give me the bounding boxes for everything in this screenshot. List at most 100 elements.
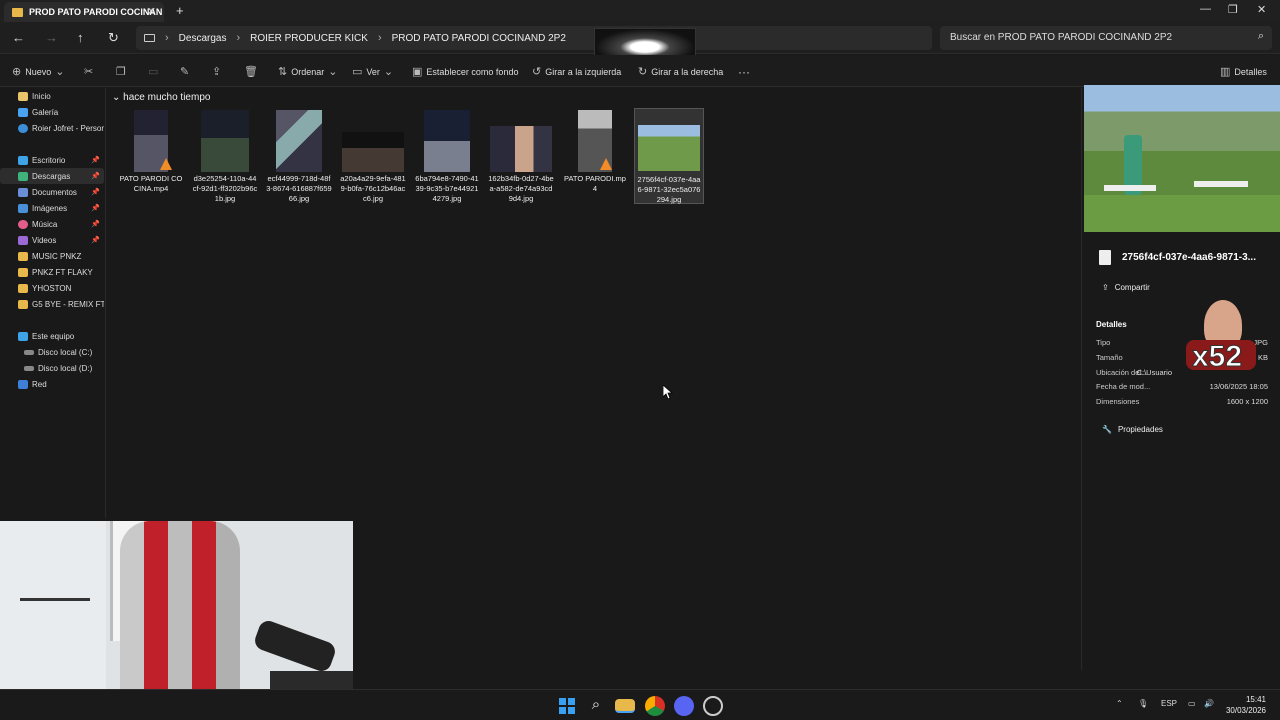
- sidebar-item-this-pc[interactable]: Este equipo: [0, 328, 104, 344]
- sidebar-item-downloads[interactable]: Descargas 📌: [0, 168, 104, 184]
- rotate-left-icon: ↺: [532, 66, 542, 78]
- sidebar-item-documents[interactable]: Documentos 📌: [0, 184, 104, 200]
- file-item[interactable]: ecf44999-718d-48f3-8674-616887f65966.jpg: [264, 110, 334, 206]
- delete-button[interactable]: 🗑: [244, 65, 258, 78]
- new-label: Nuevo: [25, 66, 52, 77]
- close-tab-icon[interactable]: ✕: [147, 5, 156, 18]
- tab-active[interactable]: PROD PATO PARODI COCINAN ✕: [4, 2, 164, 22]
- restore-button[interactable]: ❐: [1228, 3, 1238, 16]
- rotate-right-button[interactable]: ↻ Girar a la derecha: [638, 65, 723, 78]
- paste-button[interactable]: ▭: [148, 65, 158, 78]
- sort-label: Ordenar: [291, 66, 325, 77]
- sidebar-item-desktop[interactable]: Escritorio 📌: [0, 152, 104, 168]
- sidebar-item-onedrive[interactable]: Roier Jofret - Persona: [0, 120, 104, 136]
- sidebar-item-folder[interactable]: G5 BYE - REMIX FT K: [0, 296, 104, 312]
- vlc-icon: [600, 158, 612, 170]
- details-button[interactable]: ▥ Detalles: [1220, 65, 1267, 78]
- chrome-icon[interactable]: [645, 696, 665, 716]
- image-thumbnail: [424, 110, 470, 172]
- view-button[interactable]: ▭ Ver ⌄: [352, 65, 393, 78]
- sidebar-item-label: Red: [32, 379, 47, 389]
- group-header[interactable]: ⌄ hace mucho tiempo: [112, 92, 210, 103]
- drive-icon: [24, 365, 34, 371]
- image-thumbnail: [638, 125, 700, 171]
- cut-button[interactable]: ✂: [84, 65, 93, 78]
- share-button[interactable]: ⇪: [212, 65, 221, 78]
- group-label: hace mucho tiempo: [123, 92, 211, 103]
- file-item-selected[interactable]: 2756f4cf-037e-4aa6-9871-32ec5a076294.jpg: [634, 108, 704, 204]
- share-label: Compartir: [1114, 282, 1150, 292]
- file-explorer-icon[interactable]: [615, 699, 635, 713]
- music-icon: [18, 219, 28, 229]
- back-button[interactable]: ←: [12, 30, 25, 45]
- sidebar-item-drive-d[interactable]: Disco local (D:): [0, 360, 104, 376]
- detail-label: Dimensiones: [1096, 397, 1140, 406]
- properties-button[interactable]: 🔧 Propiedades: [1096, 420, 1169, 438]
- discord-icon[interactable]: [674, 696, 694, 716]
- address-bar[interactable]: › Descargas › ROIER PRODUCER KICK › PROD…: [136, 26, 932, 50]
- monitor-icon: [144, 34, 155, 42]
- sidebar-item-home[interactable]: Inicio: [0, 88, 104, 104]
- clock-time: 15:41: [1245, 695, 1266, 704]
- copy-button[interactable]: ❐: [116, 65, 126, 78]
- sidebar-item-drive-c[interactable]: Disco local (C:): [0, 344, 104, 360]
- rename-button[interactable]: ✎: [180, 65, 189, 78]
- new-tab-button[interactable]: +: [176, 3, 184, 18]
- rotate-right-label: Girar a la derecha: [651, 66, 724, 77]
- network-icon[interactable]: ▭: [1188, 699, 1196, 708]
- chevron-down-icon: ⌄: [112, 92, 124, 103]
- taskbar: ⌕ ⌃ 🎙 ESP ▭ 🔊 15:41 30/03/2026: [0, 689, 1280, 720]
- set-background-button[interactable]: ▣ Establecer como fondo: [412, 65, 518, 78]
- sidebar-item-folder[interactable]: PNKZ FT FLAKY: [0, 264, 104, 280]
- more-button[interactable]: ···: [738, 65, 750, 79]
- new-button[interactable]: ⊕ Nuevo ⌄: [12, 65, 64, 78]
- image-thumbnail: [276, 110, 322, 172]
- preview-table: [1104, 185, 1156, 191]
- image-thumbnail: [342, 132, 404, 172]
- file-item[interactable]: 6ba794e8-7490-4139-9c35-b7e449214279.jpg: [412, 110, 482, 206]
- view-icon: ▭: [352, 66, 363, 78]
- forward-button[interactable]: →: [45, 30, 58, 45]
- file-item[interactable]: a20a4a29-9efa-4819-b0fa-76c12b46acc6.jpg: [338, 110, 408, 206]
- sort-button[interactable]: ⇅ Ordenar ⌄: [278, 65, 337, 78]
- detail-value: C:\Usuario: [1136, 368, 1172, 377]
- plus-icon: ⊕: [12, 66, 22, 78]
- rotate-left-button[interactable]: ↺ Girar a la izquierda: [532, 65, 621, 78]
- detail-label: Tipo: [1096, 338, 1111, 347]
- microphone-icon[interactable]: 🎙: [1138, 699, 1148, 708]
- search-placeholder: Buscar en PROD PATO PARODI COCINAND 2P2: [950, 32, 1173, 43]
- search-input[interactable]: Buscar en PROD PATO PARODI COCINAND 2P2 …: [940, 26, 1272, 50]
- file-item[interactable]: PATO PARODI COCINA.mp4: [116, 110, 186, 206]
- chevron-down-icon: ⌄: [55, 66, 65, 78]
- sidebar-item-gallery[interactable]: Galería: [0, 104, 104, 120]
- sidebar-item-videos[interactable]: Videos 📌: [0, 232, 104, 248]
- breadcrumb-item[interactable]: PROD PATO PARODI COCINAND 2P2: [392, 33, 566, 44]
- pin-icon: 📌: [91, 205, 100, 212]
- sidebar-item-pictures[interactable]: Imágenes 📌: [0, 200, 104, 216]
- start-button[interactable]: [557, 696, 577, 716]
- volume-icon[interactable]: 🔊: [1204, 699, 1214, 708]
- search-taskbar-icon[interactable]: ⌕: [586, 696, 606, 716]
- documents-icon: [18, 187, 28, 197]
- breadcrumb-item[interactable]: Descargas: [179, 33, 227, 44]
- obs-icon[interactable]: [703, 696, 723, 716]
- minimize-button[interactable]: —: [1200, 3, 1211, 15]
- refresh-button[interactable]: ↻: [108, 30, 119, 46]
- language-indicator[interactable]: ESP: [1161, 699, 1177, 708]
- share-button[interactable]: ⇪ Compartir: [1096, 278, 1156, 296]
- file-item[interactable]: PATO PARODI.mp4: [560, 110, 630, 206]
- chevron-up-icon[interactable]: ⌃: [1116, 699, 1123, 708]
- file-item[interactable]: 162b34fb-0d27-4bea-a582-de74a93cd9d4.jpg: [486, 110, 556, 206]
- sidebar-item-folder[interactable]: YHOSTON: [0, 280, 104, 296]
- details-label: Detalles: [1234, 66, 1267, 77]
- clock[interactable]: 15:41 30/03/2026: [1226, 694, 1266, 716]
- breadcrumb-item[interactable]: ROIER PRODUCER KICK: [250, 33, 368, 44]
- chevron-right-icon: ›: [165, 32, 169, 44]
- file-item[interactable]: d3e25254-110a-44cf-92d1-ff3202b96c1b.jpg: [190, 110, 260, 206]
- sidebar-item-network[interactable]: Red: [0, 376, 104, 392]
- sidebar-item-folder[interactable]: MUSIC PNKZ: [0, 248, 104, 264]
- close-window-button[interactable]: ✕: [1257, 3, 1266, 16]
- up-button[interactable]: ↑: [77, 30, 84, 45]
- sidebar-item-music[interactable]: Música 📌: [0, 216, 104, 232]
- rename-icon: ✎: [180, 66, 190, 78]
